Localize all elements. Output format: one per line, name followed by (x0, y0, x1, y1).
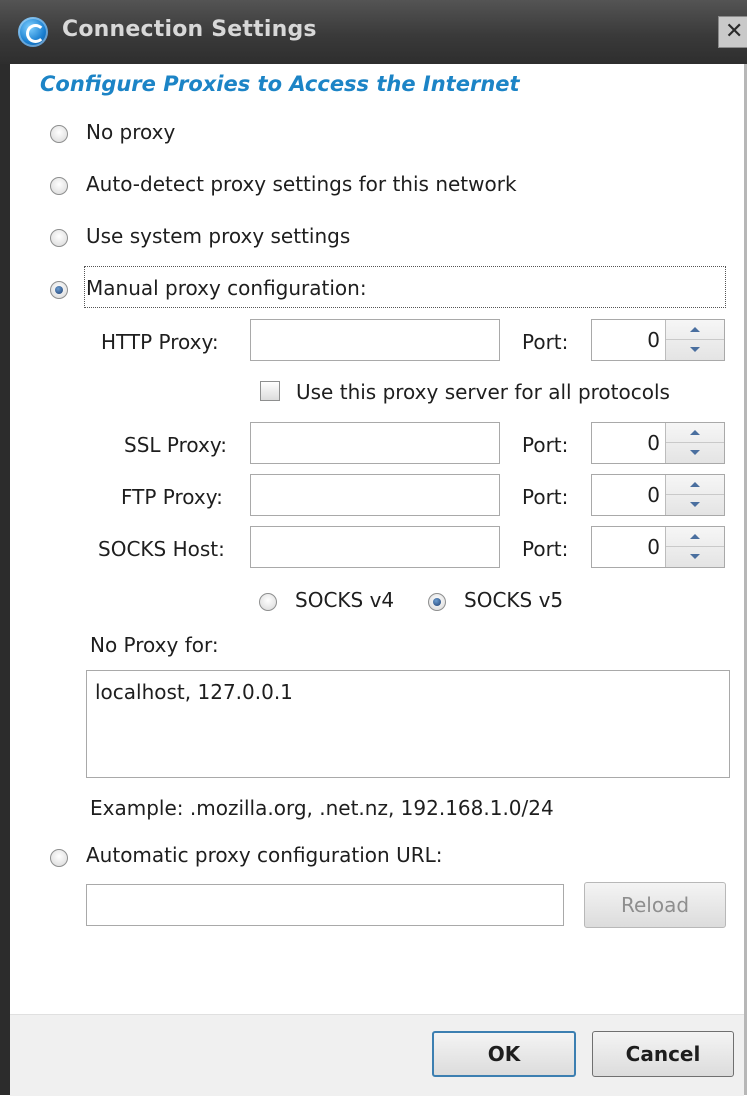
socks-port-stepper[interactable]: 0 (591, 526, 725, 568)
ftp-proxy-input[interactable] (250, 474, 500, 516)
system-proxy-label[interactable]: Use system proxy settings (86, 224, 350, 248)
http-port-stepper[interactable]: 0 (591, 319, 725, 361)
no-proxy-example: Example: .mozilla.org, .net.nz, 192.168.… (90, 796, 554, 820)
http-port-label: Port: (522, 330, 569, 354)
system-proxy-radio[interactable] (50, 229, 68, 247)
spin-up-icon[interactable] (666, 475, 724, 495)
ssl-port-value: 0 (647, 431, 660, 455)
socks-host-input[interactable] (250, 526, 500, 568)
no-proxy-radio[interactable] (50, 125, 68, 143)
ftp-port-label: Port: (522, 485, 569, 509)
manual-proxy-label[interactable]: Manual proxy configuration: (86, 276, 367, 300)
window-left-border (0, 0, 10, 1095)
no-proxy-label[interactable]: No proxy (86, 120, 175, 144)
ftp-port-stepper[interactable]: 0 (591, 474, 725, 516)
socks-port-spin[interactable] (665, 527, 724, 567)
ftp-port-spin[interactable] (665, 475, 724, 515)
spin-down-icon[interactable] (666, 495, 724, 515)
socks-v4-radio[interactable] (259, 593, 277, 611)
auto-detect-label[interactable]: Auto-detect proxy settings for this netw… (86, 172, 517, 196)
use-all-protocols-checkbox[interactable] (260, 381, 280, 401)
window-title: Connection Settings (62, 17, 317, 42)
socks-port-value: 0 (647, 535, 660, 559)
http-proxy-label: HTTP Proxy: (101, 330, 219, 354)
spin-up-icon[interactable] (666, 423, 724, 443)
reload-button[interactable]: Reload (584, 882, 726, 928)
socks-v4-label[interactable]: SOCKS v4 (295, 588, 394, 612)
socks-v5-radio[interactable] (428, 593, 446, 611)
close-icon[interactable]: ✕ (718, 16, 747, 48)
socks-port-label: Port: (522, 537, 569, 561)
spin-down-icon[interactable] (666, 443, 724, 463)
ssl-port-stepper[interactable]: 0 (591, 422, 725, 464)
ftp-port-value: 0 (647, 483, 660, 507)
spin-down-icon[interactable] (666, 340, 724, 360)
auto-url-radio[interactable] (50, 849, 68, 867)
spin-up-icon[interactable] (666, 527, 724, 547)
ftp-proxy-label: FTP Proxy: (121, 485, 223, 509)
ssl-port-spin[interactable] (665, 423, 724, 463)
cancel-button[interactable]: Cancel (592, 1031, 734, 1077)
http-port-spin[interactable] (665, 320, 724, 360)
socks-v5-label[interactable]: SOCKS v5 (464, 588, 563, 612)
auto-url-label[interactable]: Automatic proxy configuration URL: (86, 843, 443, 867)
app-globe-icon (18, 17, 48, 47)
http-port-value: 0 (647, 328, 660, 352)
use-all-protocols-label[interactable]: Use this proxy server for all protocols (296, 380, 670, 404)
auto-detect-radio[interactable] (50, 177, 68, 195)
ok-button[interactable]: OK (432, 1031, 576, 1077)
ssl-port-label: Port: (522, 433, 569, 457)
spin-down-icon[interactable] (666, 547, 724, 567)
auto-url-input[interactable] (86, 884, 564, 926)
section-heading: Configure Proxies to Access the Internet (40, 72, 520, 96)
ssl-proxy-label: SSL Proxy: (124, 433, 227, 457)
socks-host-label: SOCKS Host: (98, 537, 225, 561)
no-proxy-for-textarea[interactable]: localhost, 127.0.0.1 (86, 670, 730, 778)
ssl-proxy-input[interactable] (250, 422, 500, 464)
title-bar[interactable]: Connection Settings ✕ (0, 0, 747, 64)
http-proxy-input[interactable] (250, 319, 500, 361)
spin-up-icon[interactable] (666, 320, 724, 340)
manual-proxy-radio[interactable] (50, 281, 68, 299)
no-proxy-for-label: No Proxy for: (90, 633, 219, 657)
